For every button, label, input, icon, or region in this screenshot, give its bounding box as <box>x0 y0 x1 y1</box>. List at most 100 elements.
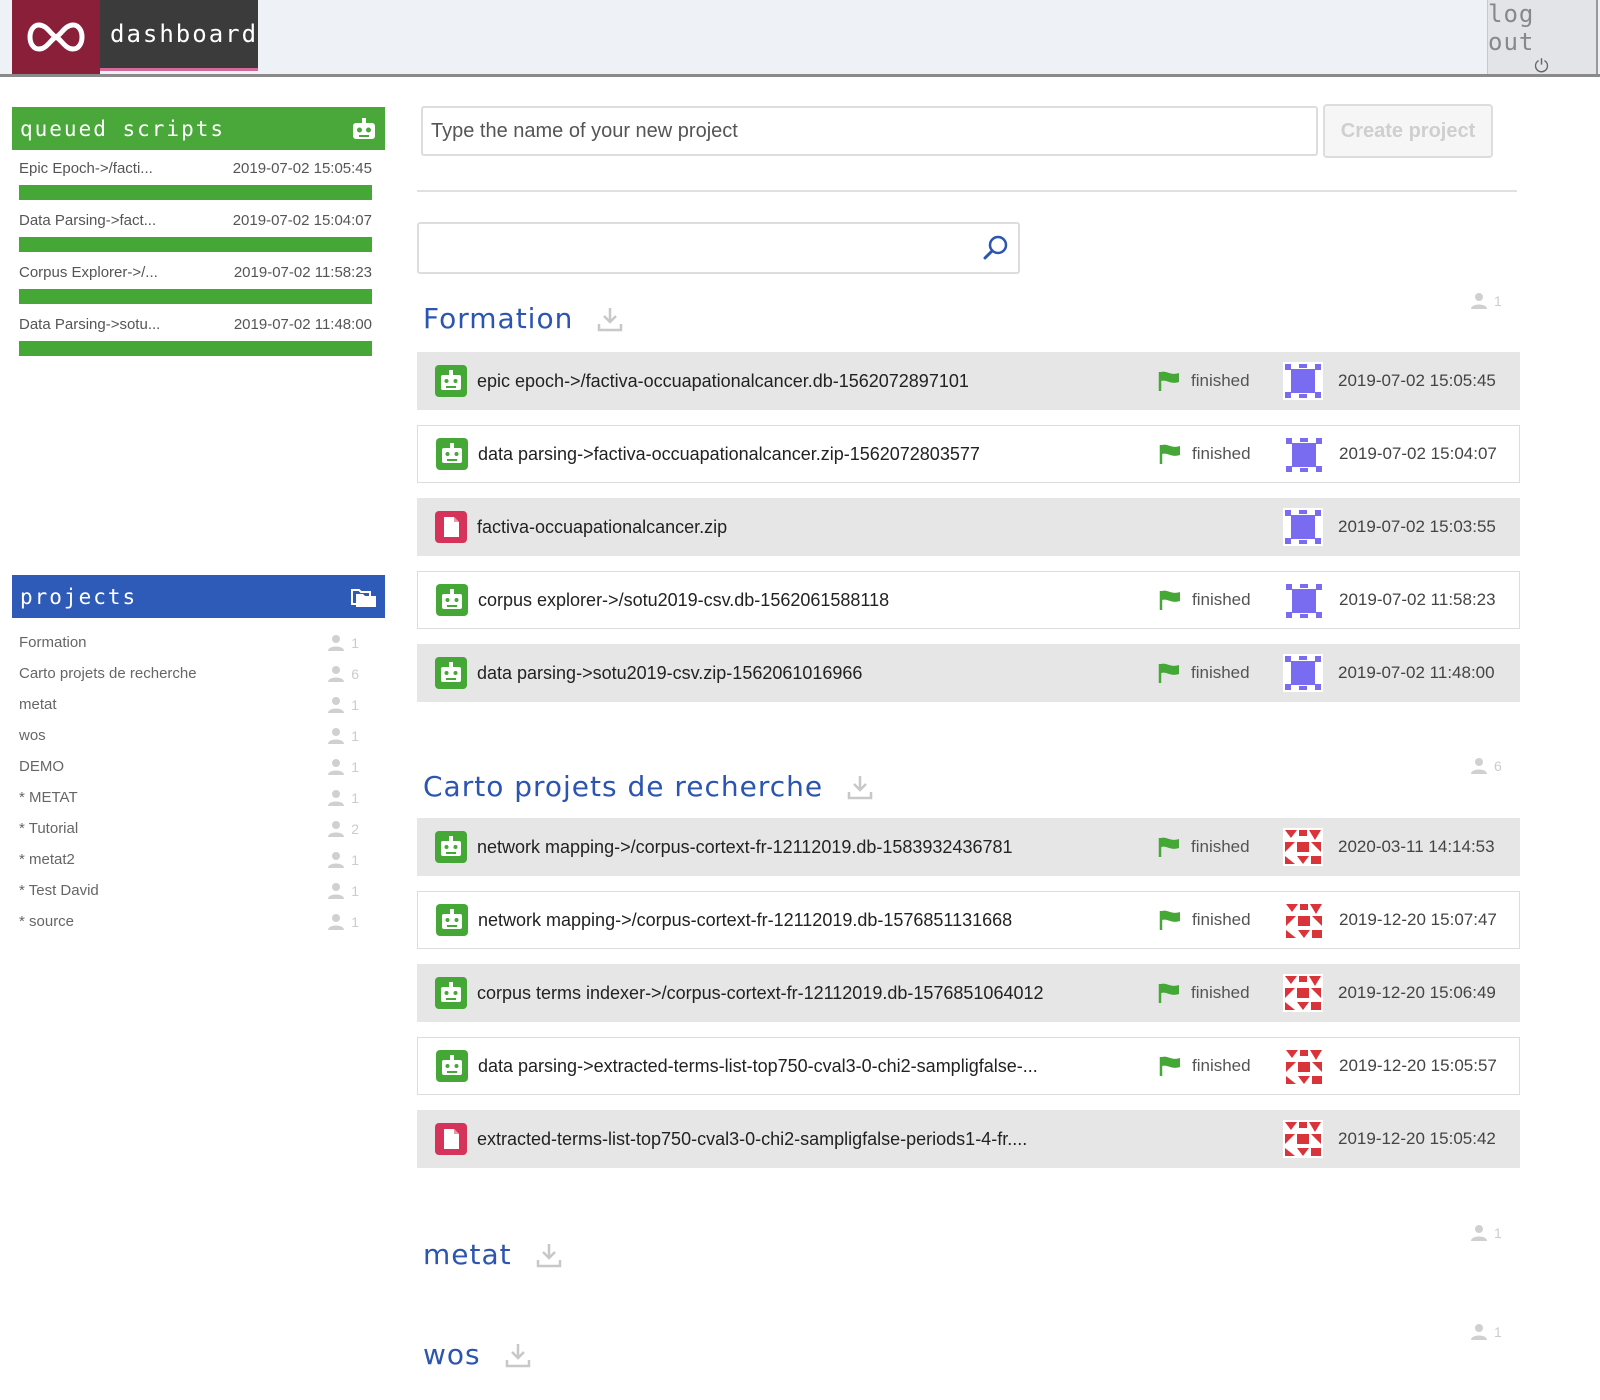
project-user-count: 1 <box>327 882 359 900</box>
project-list-item[interactable]: metat 1 <box>19 696 359 727</box>
file-name: extracted-terms-list-top750-cval3-0-chi2… <box>477 1128 1028 1149</box>
project-name: * Test David <box>19 882 99 899</box>
project-user-count: 1 <box>327 727 359 745</box>
job-row[interactable]: extracted-terms-list-top750-cval3-0-chi2… <box>417 1110 1520 1168</box>
section-user-count: 1 <box>1470 1323 1502 1341</box>
file-name: factiva-occuapationalcancer.zip <box>477 516 728 537</box>
user-avatar-icon <box>1283 508 1323 546</box>
queued-scripts-list: Epic Epoch->/facti... 2019-07-02 15:05:4… <box>19 160 372 368</box>
flag-icon <box>1158 663 1179 683</box>
infinity-logo-icon <box>27 22 85 52</box>
project-list-item[interactable]: Formation 1 <box>19 634 359 665</box>
download-icon[interactable] <box>505 1342 531 1368</box>
job-row[interactable]: epic epoch->/factiva-occuapationalcancer… <box>417 352 1520 410</box>
top-bar: dashboard log out ⏻ <box>0 0 1600 77</box>
project-section-title[interactable]: metat <box>423 1238 562 1271</box>
project-user-count: 1 <box>327 696 359 714</box>
project-name: * Tutorial <box>19 820 79 837</box>
user-avatar-icon <box>1283 828 1323 866</box>
robot-icon <box>436 438 468 470</box>
user-icon <box>328 883 345 899</box>
project-name: Formation <box>19 634 87 651</box>
section-user-count: 6 <box>1470 757 1502 775</box>
download-icon[interactable] <box>597 306 623 332</box>
logout-label: log out <box>1488 0 1535 56</box>
create-project-button[interactable]: Create project <box>1323 104 1493 158</box>
project-list-item[interactable]: * Tutorial 2 <box>19 820 359 851</box>
project-list-item[interactable]: * metat2 1 <box>19 851 359 882</box>
projects-title: projects <box>20 584 138 609</box>
job-date: 2020-03-11 14:14:53 <box>1338 837 1495 856</box>
job-row[interactable]: data parsing->extracted-terms-list-top75… <box>417 1037 1520 1095</box>
user-icon <box>1471 1324 1487 1340</box>
queue-progress-bar <box>19 185 372 200</box>
job-row[interactable]: corpus terms indexer->/corpus-cortext-fr… <box>417 964 1520 1022</box>
queue-item[interactable]: Corpus Explorer->/... 2019-07-02 11:58:2… <box>19 264 372 316</box>
user-icon <box>328 666 345 682</box>
download-icon[interactable] <box>536 1242 562 1268</box>
job-status: finished <box>1158 443 1251 465</box>
queue-item[interactable]: Epic Epoch->/facti... 2019-07-02 15:05:4… <box>19 160 372 212</box>
queue-item-time: 2019-07-02 11:58:23 <box>233 264 372 281</box>
job-name: data parsing->factiva-occuapationalcance… <box>478 443 980 464</box>
user-icon <box>328 821 345 837</box>
job-date: 2019-07-02 15:05:45 <box>1338 371 1496 390</box>
job-status: finished <box>1158 1055 1251 1077</box>
new-project-name-input[interactable] <box>421 106 1318 156</box>
project-list-item[interactable]: * METAT 1 <box>19 789 359 820</box>
job-name: network mapping->/corpus-cortext-fr-1211… <box>477 836 1013 857</box>
job-row[interactable]: data parsing->factiva-occuapationalcance… <box>417 425 1520 483</box>
project-section-title[interactable]: Carto projets de recherche <box>423 770 873 803</box>
project-list-item[interactable]: wos 1 <box>19 727 359 758</box>
queued-scripts-title: queued scripts <box>20 116 226 141</box>
flag-icon <box>1158 983 1179 1003</box>
flag-icon <box>1158 837 1179 857</box>
queue-item[interactable]: Data Parsing->fact... 2019-07-02 15:04:0… <box>19 212 372 264</box>
project-search-input[interactable] <box>427 224 971 270</box>
project-name: DEMO <box>19 758 64 775</box>
job-name: corpus explorer->/sotu2019-csv.db-156206… <box>478 589 890 610</box>
project-name: * source <box>19 913 75 930</box>
queue-item-time: 2019-07-02 11:48:00 <box>233 316 372 333</box>
project-list-item[interactable]: * Test David 1 <box>19 882 359 913</box>
job-status: finished <box>1158 589 1251 611</box>
project-list-item[interactable]: Carto projets de recherche 6 <box>19 665 359 696</box>
download-icon[interactable] <box>847 774 873 800</box>
project-list-item[interactable]: * source 1 <box>19 913 359 944</box>
project-rows: epic epoch->/factiva-occuapationalcancer… <box>417 352 1520 717</box>
job-date: 2019-07-02 11:48:00 <box>1338 663 1495 682</box>
search-icon[interactable] <box>982 234 1010 262</box>
section-user-count: 1 <box>1470 292 1502 310</box>
logo[interactable] <box>12 0 100 74</box>
section-user-count: 1 <box>1470 1224 1502 1242</box>
job-row[interactable]: corpus explorer->/sotu2019-csv.db-156206… <box>417 571 1520 629</box>
project-name: metat <box>19 696 57 713</box>
queue-item[interactable]: Data Parsing->sotu... 2019-07-02 11:48:0… <box>19 316 372 368</box>
user-avatar-icon <box>1283 654 1323 692</box>
project-section-title[interactable]: wos <box>423 1338 531 1371</box>
divider <box>417 190 1517 192</box>
project-search-box <box>417 222 1020 274</box>
job-row[interactable]: factiva-occuapationalcancer.zip 2019-07-… <box>417 498 1520 556</box>
project-list-item[interactable]: DEMO 1 <box>19 758 359 789</box>
job-row[interactable]: network mapping->/corpus-cortext-fr-1211… <box>417 891 1520 949</box>
user-icon <box>1471 1225 1487 1241</box>
project-section-title[interactable]: Formation <box>423 302 623 335</box>
robot-icon <box>436 1050 468 1082</box>
user-icon <box>328 697 345 713</box>
user-avatar-icon <box>1283 362 1323 400</box>
project-title: wos <box>423 1338 481 1371</box>
job-date: 2019-12-20 15:05:57 <box>1339 1056 1497 1075</box>
flag-icon <box>1158 371 1179 391</box>
job-row[interactable]: network mapping->/corpus-cortext-fr-1211… <box>417 818 1520 876</box>
dashboard-title[interactable]: dashboard <box>100 0 258 71</box>
logout-button[interactable]: log out ⏻ <box>1487 0 1598 76</box>
user-avatar-icon <box>1284 1048 1324 1086</box>
project-rows: network mapping->/corpus-cortext-fr-1211… <box>417 818 1520 1183</box>
project-name: Carto projets de recherche <box>19 665 197 682</box>
project-user-count: 1 <box>327 851 359 869</box>
user-icon <box>328 759 345 775</box>
job-row[interactable]: data parsing->sotu2019-csv.zip-156206101… <box>417 644 1520 702</box>
project-user-count: 1 <box>327 789 359 807</box>
file-icon <box>435 511 467 543</box>
